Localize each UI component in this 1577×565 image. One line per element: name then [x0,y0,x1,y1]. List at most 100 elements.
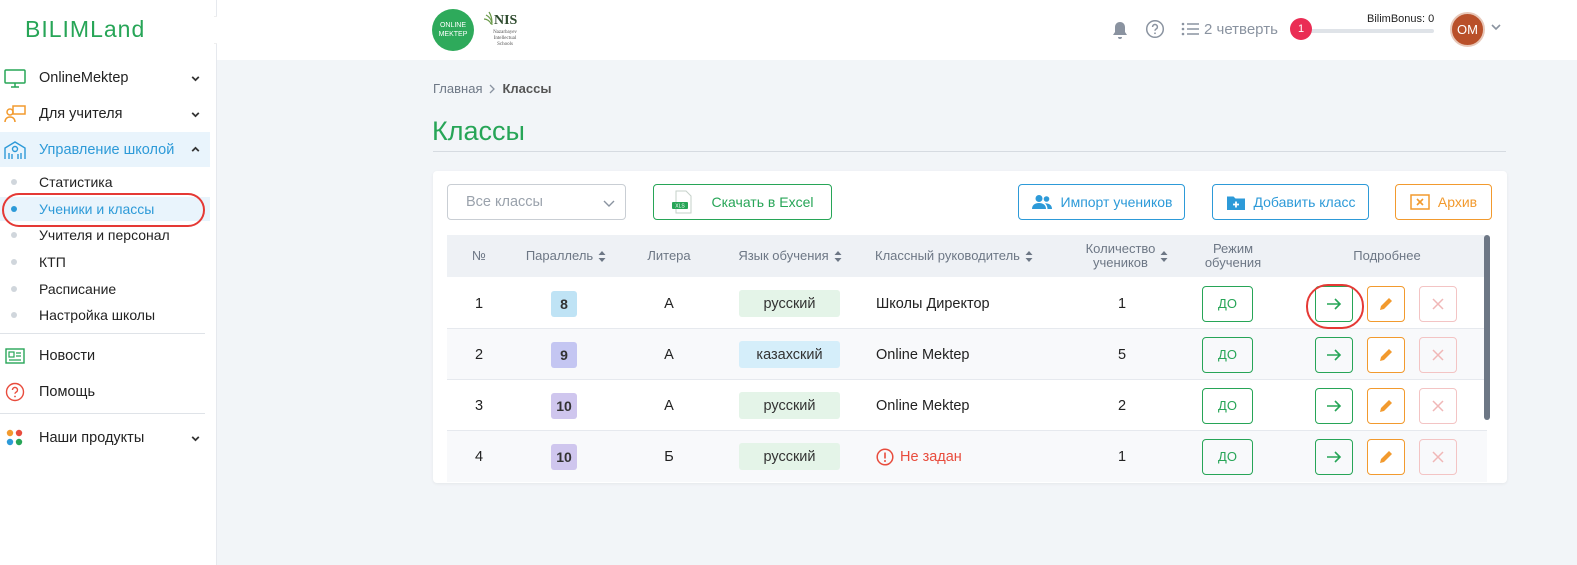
help-icon[interactable] [1145,19,1165,39]
sidebar-item-label: Управление школой [39,141,175,158]
help-icon [5,382,25,402]
sidebar-item-label: Для учителя [39,106,123,122]
sort-icon [598,250,606,262]
delete-class-button[interactable] [1419,337,1457,373]
cell-num: 2 [474,346,484,363]
class-filter-select[interactable]: Все классы [447,184,626,220]
cell-language: русский [739,380,840,431]
download-excel-button[interactable]: XLS Скачать в Excel [653,184,832,220]
highlight-ring [1306,284,1364,329]
sidebar-subitem-label: Расписание [39,281,117,297]
parallel-badge: 8 [551,290,577,317]
sidebar-item-teacher[interactable]: Для учителя [0,97,210,131]
cell-teacher: Школы Директор [876,295,990,312]
table-row: 4 10 Б русский Не задан 1 ДО [447,431,1487,482]
cell-litera: А [664,397,674,414]
archive-label: Архив [1437,194,1478,210]
cell-count: 1 [1117,295,1127,312]
col-header-count-line2: учеников [1093,255,1148,270]
delete-class-button[interactable] [1419,439,1457,475]
monitor-icon [4,69,26,88]
list-icon [1181,22,1199,36]
col-header-mode-label: Режим обучения [1205,242,1261,270]
add-class-button[interactable]: Добавить класс [1212,184,1369,220]
arrow-right-icon [1327,400,1342,412]
pencil-icon [1380,349,1392,361]
table-scrollbar[interactable] [1484,235,1490,420]
divider [433,151,1506,152]
bilimland-logo[interactable]: BILIMLand [25,16,145,43]
open-class-button[interactable] [1315,337,1353,373]
col-header-count[interactable]: Количество учеников [1077,235,1177,277]
sidebar-item-label: Наши продукты [39,430,145,446]
sidebar: BILIMLand OnlineMektep Для учителя Управ… [0,0,217,565]
sidebar-item-help[interactable]: Помощь [0,375,210,409]
cell-mode: ДО [1202,380,1253,431]
breadcrumb: Главная Классы [433,81,551,96]
mode-button[interactable]: ДО [1202,285,1253,322]
col-header-count-line1: Количество [1085,241,1156,256]
import-students-button[interactable]: Импорт учеников [1018,184,1185,220]
news-icon [5,348,25,364]
mode-button[interactable]: ДО [1202,387,1253,424]
chevron-down-icon[interactable] [1490,21,1502,33]
users-icon [1031,195,1052,209]
sidebar-subitem-ktp[interactable]: КТП [0,250,210,274]
delete-class-button[interactable] [1419,388,1457,424]
onlinemektep-logo[interactable]: ONLINE MEKTEP [432,9,474,51]
parallel-badge: 9 [551,341,577,368]
delete-class-button[interactable] [1419,286,1457,322]
col-header-parallel[interactable]: Параллель [511,235,621,277]
pencil-icon [1380,400,1392,412]
bilimbonus-level-badge: 1 [1290,18,1312,40]
close-icon [1432,349,1444,361]
classes-card: Все классы XLS Скачать в Excel Импорт уч… [433,171,1507,483]
avatar[interactable]: OM [1450,12,1485,47]
bilimbonus-label: BilimBonus: 0 [1367,13,1435,25]
sidebar-item-news[interactable]: Новости [0,339,210,373]
close-icon [1432,451,1444,463]
quarter-selector[interactable]: 2 четверть [1204,21,1278,38]
sidebar-subitem-statistics[interactable]: Статистика [0,170,210,194]
class-filter-value: Все классы [466,194,543,210]
cell-count: 5 [1117,346,1127,363]
bell-icon[interactable] [1111,20,1129,40]
cell-parallel: 9 [511,329,617,380]
excel-icon-text: XLS [675,204,685,210]
edit-class-button[interactable] [1367,439,1405,475]
sidebar-subitem-label: Статистика [39,174,113,190]
col-header-details: Подробнее [1307,235,1467,277]
chevron-down-icon [191,435,200,441]
pencil-icon [1380,451,1392,463]
sidebar-item-products[interactable]: Наши продукты [0,421,210,455]
open-class-button[interactable] [1315,388,1353,424]
sidebar-item-onlinemektep[interactable]: OnlineMektep [0,61,210,95]
col-header-details-label: Подробнее [1353,248,1421,263]
sidebar-item-school-management[interactable]: Управление школой [0,132,210,167]
mode-button[interactable]: ДО [1202,336,1253,373]
archive-button[interactable]: Архив [1395,184,1492,220]
language-badge: русский [739,392,840,419]
cell-parallel: 10 [511,431,617,482]
sidebar-subitem-label: КТП [39,254,66,270]
parallel-badge: 10 [551,443,577,470]
cell-mode: ДО [1202,431,1253,482]
sidebar-subitem-school-settings[interactable]: Настройка школы [0,303,210,327]
edit-class-button[interactable] [1367,388,1405,424]
col-header-teacher[interactable]: Классный руководитель [875,235,1040,277]
sidebar-subitem-schedule[interactable]: Расписание [0,277,210,301]
open-class-button[interactable] [1315,439,1353,475]
edit-class-button[interactable] [1367,337,1405,373]
col-header-language[interactable]: Язык обучения [725,235,855,277]
pencil-icon [1380,298,1392,310]
table-row: 2 9 А казахский Online Mektep 5 ДО [447,329,1487,380]
edit-class-button[interactable] [1367,286,1405,322]
highlight-ring [2,193,205,227]
cell-language: казахский [739,329,840,380]
chevron-right-icon [490,84,496,93]
cell-mode: ДО [1202,278,1253,329]
breadcrumb-home[interactable]: Главная [433,81,482,96]
cell-litera: А [664,346,674,363]
mode-button[interactable]: ДО [1202,438,1253,475]
language-badge: казахский [739,341,840,368]
